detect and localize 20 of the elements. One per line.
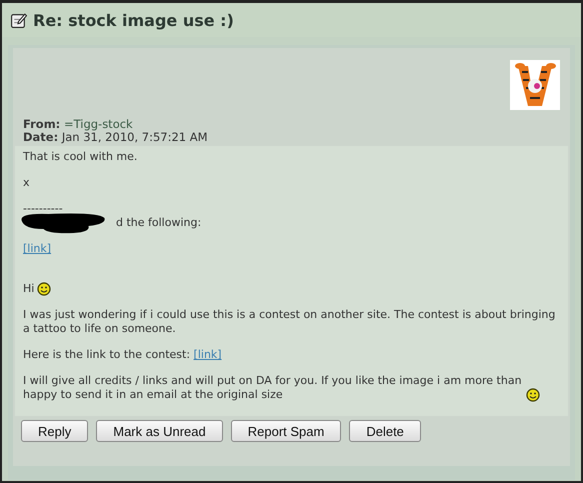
- smiley-icon: [526, 388, 540, 402]
- action-button[interactable]: Report Spam: [230, 420, 342, 442]
- message-paragraph: x: [23, 176, 31, 190]
- quote-intro: d the following:: [116, 216, 202, 229]
- message-paragraph: Here is the link to the contest:: [23, 348, 190, 361]
- action-button[interactable]: Reply: [21, 420, 88, 442]
- message-paragraph: That is cool with me.: [23, 150, 138, 164]
- message-paragraph: Hi: [23, 282, 34, 296]
- message-paragraph: I was just wondering if i could use this is a contest on another site. The contest is about bringing a tattoo to life on someone.: [23, 308, 556, 336]
- message-title: Re: stock image use :): [33, 10, 234, 30]
- smiley-icon: [37, 282, 52, 296]
- action-button[interactable]: Delete: [349, 420, 421, 442]
- note-icon: [10, 12, 27, 28]
- quote-separator: ----------: [23, 202, 64, 216]
- message-paragraph: I will give all credits / links and will put on DA for you. If you like the image i am more than happy to send it in an email at the original size: [23, 374, 523, 402]
- date-label: Date:: [23, 130, 58, 144]
- action-button[interactable]: Mark as Unread: [96, 420, 223, 442]
- sender-name[interactable]: =Tigg-stock: [64, 117, 133, 131]
- date-value: Jan 31, 2010, 7:57:21 AM: [62, 130, 208, 144]
- from-label: From:: [23, 117, 60, 131]
